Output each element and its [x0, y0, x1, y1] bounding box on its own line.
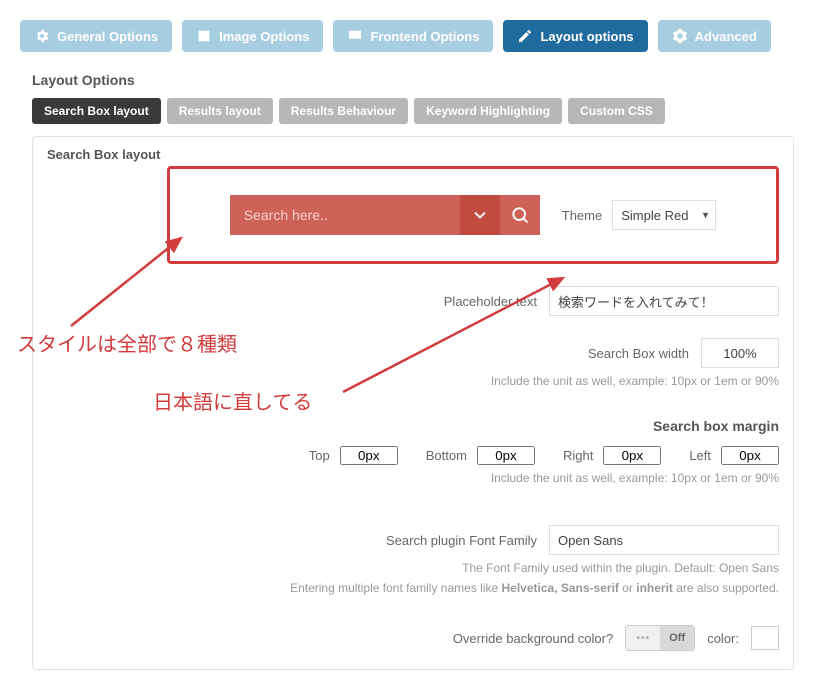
margin-bottom-input[interactable]	[477, 446, 535, 465]
margin-bottom-label: Bottom	[426, 448, 467, 463]
width-hint: Include the unit as well, example: 10px …	[47, 374, 779, 388]
subtab-custom-css[interactable]: Custom CSS	[568, 98, 665, 124]
tab-frontend[interactable]: Frontend Options	[333, 20, 493, 52]
tab-general-label: General Options	[57, 29, 158, 44]
image-icon	[196, 28, 212, 44]
fieldset-search-box-layout: Search Box layout Theme Simple	[32, 136, 794, 670]
override-bg-toggle[interactable]: ••• Off	[625, 625, 695, 651]
tab-frontend-label: Frontend Options	[370, 29, 479, 44]
subtab-results-behaviour[interactable]: Results Behaviour	[279, 98, 408, 124]
font-family-label: Search plugin Font Family	[386, 533, 537, 548]
monitor-icon	[347, 28, 363, 44]
fieldset-legend: Search Box layout	[33, 137, 793, 166]
tab-advanced-label: Advanced	[695, 29, 757, 44]
main-tabs: General Options Image Options Frontend O…	[20, 20, 806, 52]
row-override-bg: Override background color? ••• Off color…	[47, 625, 779, 651]
row-width: Search Box width	[47, 338, 779, 368]
margin-hint: Include the unit as well, example: 10px …	[47, 471, 779, 485]
margin-top-label: Top	[309, 448, 330, 463]
section-title: Layout Options	[32, 72, 806, 88]
placeholder-label: Placeholder text	[444, 294, 537, 309]
tab-advanced[interactable]: Advanced	[658, 20, 771, 52]
toggle-on: •••	[626, 626, 660, 650]
annotation-japanese: 日本語に直してる	[153, 386, 312, 415]
search-bar-preview	[230, 195, 540, 235]
toggle-off: Off	[660, 626, 694, 650]
placeholder-input[interactable]	[549, 286, 779, 316]
tab-image-label: Image Options	[219, 29, 309, 44]
font-family-input[interactable]	[549, 525, 779, 555]
margin-left-label: Left	[689, 448, 711, 463]
subtab-results-layout[interactable]: Results layout	[167, 98, 273, 124]
chevron-down-icon	[470, 205, 490, 225]
tab-layout[interactable]: Layout options	[503, 20, 647, 52]
search-icon	[510, 205, 530, 225]
dropdown-button[interactable]	[460, 195, 500, 235]
width-input[interactable]	[701, 338, 779, 368]
color-label: color:	[707, 631, 739, 646]
theme-group: Theme Simple Red	[562, 200, 716, 230]
font-hint-2: Entering multiple font family names like…	[47, 581, 779, 595]
theme-label: Theme	[562, 208, 602, 223]
tab-general[interactable]: General Options	[20, 20, 172, 52]
margin-right-label: Right	[563, 448, 593, 463]
search-preview-box: Theme Simple Red	[167, 166, 779, 264]
margin-right-input[interactable]	[603, 446, 661, 465]
pencil-icon	[517, 28, 533, 44]
row-placeholder: Placeholder text	[47, 286, 779, 316]
sub-tabs: Search Box layout Results layout Results…	[32, 98, 806, 124]
width-label: Search Box width	[588, 346, 689, 361]
margin-top-input[interactable]	[340, 446, 398, 465]
cog-icon	[672, 28, 688, 44]
tab-layout-label: Layout options	[540, 29, 633, 44]
font-hint-1: The Font Family used within the plugin. …	[47, 561, 779, 575]
override-bg-label: Override background color?	[453, 631, 613, 646]
theme-select[interactable]: Simple Red	[612, 200, 716, 230]
search-button[interactable]	[500, 195, 540, 235]
tab-image[interactable]: Image Options	[182, 20, 323, 52]
subtab-keyword-highlighting[interactable]: Keyword Highlighting	[414, 98, 562, 124]
margin-left-input[interactable]	[721, 446, 779, 465]
search-input-preview[interactable]	[230, 195, 460, 235]
subtab-search-box-layout[interactable]: Search Box layout	[32, 98, 161, 124]
margin-heading: Search box margin	[47, 418, 779, 434]
gear-icon	[34, 28, 50, 44]
row-margin: Top Bottom Right Left	[47, 446, 779, 465]
color-swatch[interactable]	[751, 626, 779, 650]
row-font-family: Search plugin Font Family	[47, 525, 779, 555]
